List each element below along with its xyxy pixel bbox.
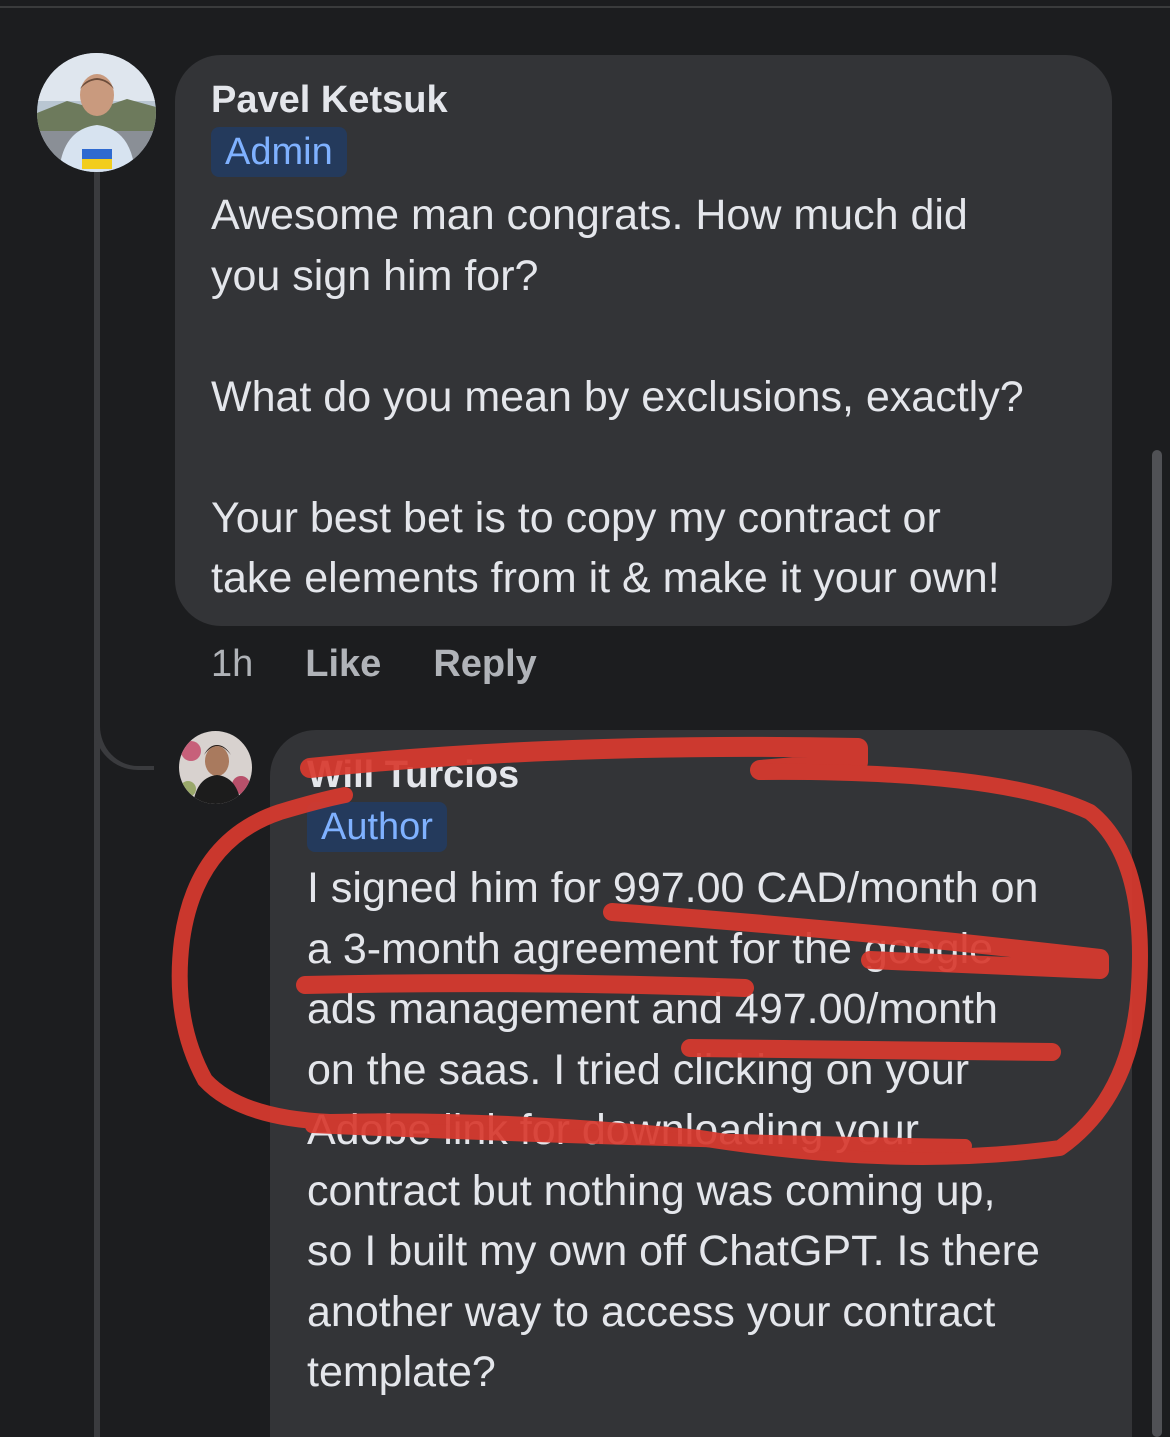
author-badge: Author: [307, 802, 447, 852]
author-name[interactable]: Will Turcios: [307, 752, 1096, 798]
reply-bubble: Will Turcios Author I signed him for 997…: [270, 730, 1132, 1437]
comment-bubble: Pavel Ketsuk Admin Awesome man congrats.…: [175, 55, 1112, 626]
avatar[interactable]: [179, 731, 252, 804]
timestamp: 1h: [211, 642, 254, 685]
comment-text: Awesome man congrats. How much did you s…: [211, 191, 1024, 602]
comment-actions: 1h Like Reply: [211, 638, 589, 690]
avatar[interactable]: [37, 53, 156, 172]
top-divider: [0, 6, 1170, 8]
comment-text: I signed him for 997.00 CAD/month on a 3…: [307, 864, 1040, 1396]
scrollbar[interactable]: [1152, 450, 1162, 1437]
comment-thread-page: Pavel Ketsuk Admin Awesome man congrats.…: [0, 0, 1170, 1437]
author-name[interactable]: Pavel Ketsuk: [211, 77, 1076, 123]
thread-connector-line: [94, 172, 100, 1437]
like-button[interactable]: Like: [305, 643, 381, 686]
reply-connector-curve: [94, 700, 154, 770]
reply-button[interactable]: Reply: [433, 643, 536, 686]
admin-badge: Admin: [211, 127, 347, 177]
